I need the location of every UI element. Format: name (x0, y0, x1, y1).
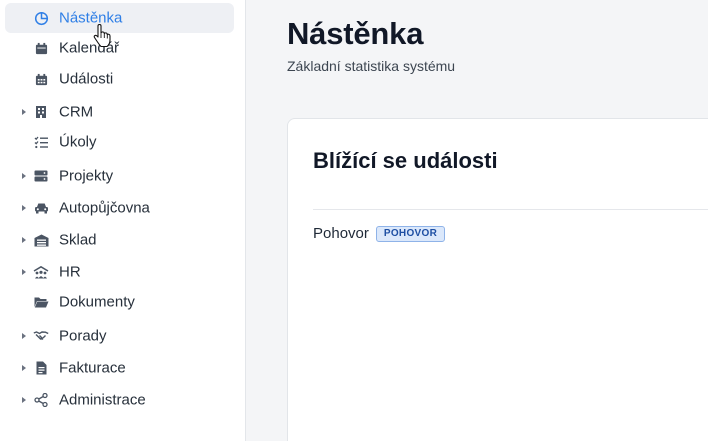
chevron-right-icon[interactable] (22, 173, 26, 179)
sidebar-item-nastenka[interactable]: Nástěnka (5, 3, 234, 33)
sidebar-item-hr[interactable]: HR (5, 257, 234, 287)
sidebar-item-label: Autopůjčovna (59, 199, 150, 217)
car-icon (33, 200, 49, 216)
calendar-grid-icon (33, 71, 49, 87)
checklist-icon (33, 134, 49, 150)
chevron-right-icon[interactable] (22, 333, 26, 339)
sidebar-item-kalendar[interactable]: Kalendář (5, 33, 234, 63)
sidebar-item-porady[interactable]: Porady (5, 321, 234, 351)
divider (313, 209, 708, 210)
sidebar-item-label: Sklad (59, 231, 97, 249)
main-content: Nástěnka Základní statistika systému Blí… (247, 0, 708, 441)
chevron-right-icon[interactable] (22, 365, 26, 371)
sidebar-item-label: Kalendář (59, 39, 120, 57)
chevron-right-icon[interactable] (22, 205, 26, 211)
sidebar-item-administrace[interactable]: Administrace (5, 385, 234, 415)
people-roof-icon (33, 264, 49, 280)
sidebar-item-autopujcovna[interactable]: Autopůjčovna (5, 193, 234, 223)
share-nodes-icon (33, 392, 49, 408)
card-title: Blížící se události (313, 148, 498, 173)
event-type-badge: POHOVOR (375, 225, 446, 242)
app-window: Nástěnka Kalendář Události CRM Úkoly Pro… (0, 0, 708, 441)
handshake-icon (33, 328, 49, 344)
calendar-icon (33, 40, 49, 56)
chevron-right-icon[interactable] (22, 109, 26, 115)
chevron-right-icon[interactable] (22, 237, 26, 243)
invoice-icon (33, 360, 49, 376)
sidebar-item-label: Dokumenty (59, 293, 135, 311)
page-title: Nástěnka (287, 16, 424, 51)
sidebar-item-sklad[interactable]: Sklad (5, 225, 234, 255)
dashboard-pie-icon (33, 10, 49, 26)
sidebar-item-label: Nástěnka (59, 9, 123, 27)
chevron-right-icon[interactable] (22, 269, 26, 275)
sidebar-item-label: Porady (59, 327, 107, 345)
sidebar-item-label: Události (59, 70, 114, 88)
sidebar-item-label: Fakturace (59, 359, 126, 377)
sidebar-item-label: Úkoly (59, 133, 97, 151)
sidebar-item-udalosti[interactable]: Události (5, 64, 234, 94)
building-icon (33, 104, 49, 120)
sidebar-item-label: CRM (59, 103, 94, 121)
sidebar-item-label: Projekty (59, 167, 114, 185)
warehouse-icon (33, 232, 49, 248)
chevron-right-icon[interactable] (22, 397, 26, 403)
page-subtitle: Základní statistika systému (287, 58, 456, 74)
sidebar-item-label: HR (59, 263, 81, 281)
server-icon (33, 168, 49, 184)
sidebar-item-crm[interactable]: CRM (5, 97, 234, 127)
upcoming-events-card: Blížící se události Pohovor POHOVOR (287, 118, 708, 441)
event-item[interactable]: Pohovor POHOVOR (313, 225, 446, 242)
event-name[interactable]: Pohovor (313, 225, 369, 242)
sidebar-item-ukoly[interactable]: Úkoly (5, 127, 234, 157)
sidebar-item-dokumenty[interactable]: Dokumenty (5, 287, 234, 317)
folder-open-icon (33, 294, 49, 310)
sidebar: Nástěnka Kalendář Události CRM Úkoly Pro… (0, 0, 246, 441)
sidebar-item-label: Administrace (59, 391, 146, 409)
sidebar-item-fakturace[interactable]: Fakturace (5, 353, 234, 383)
sidebar-item-projekty[interactable]: Projekty (5, 161, 234, 191)
